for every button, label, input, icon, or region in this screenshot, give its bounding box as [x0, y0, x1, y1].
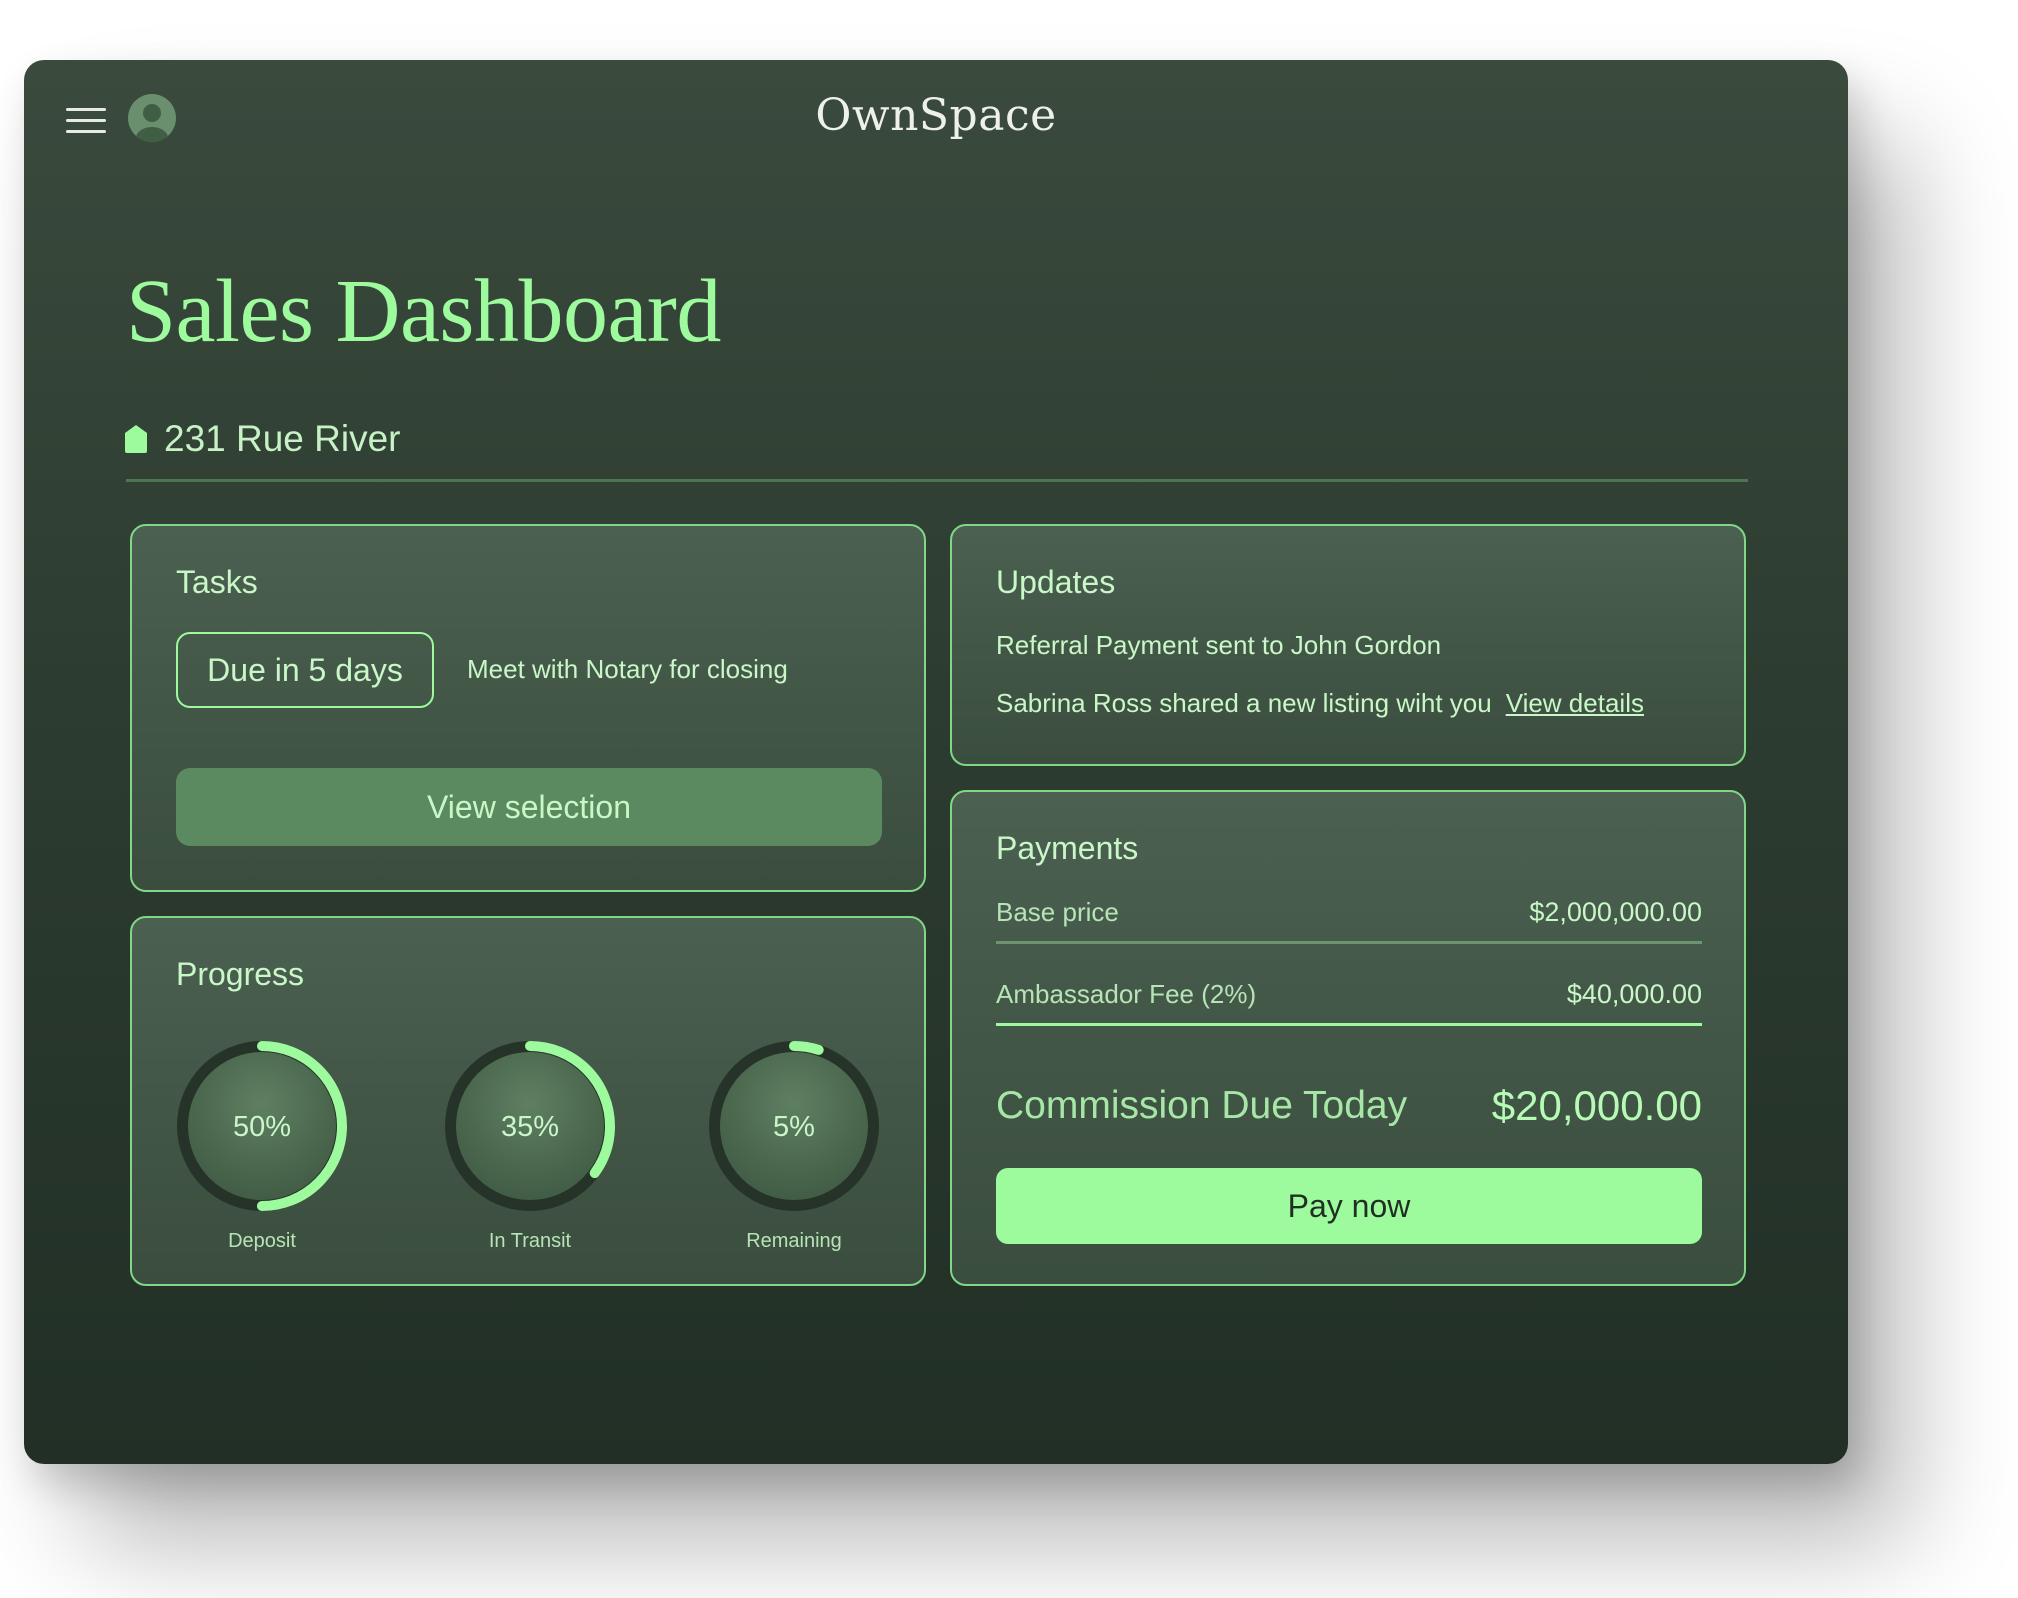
payment-label: Base price — [996, 897, 1119, 927]
ring-value: 50% — [233, 1111, 291, 1143]
progress-ring-chart: 50% — [177, 1041, 347, 1211]
ring-value: 35% — [501, 1111, 559, 1143]
progress-card: Progress 50% Deposit 35% In Transit 5% Remain… — [130, 916, 926, 1286]
payment-row: Base price $2,000,000.00 — [996, 884, 1702, 944]
update-text: Referral Payment sent to John Gordon — [996, 630, 1442, 660]
progress-ring: 5% Remaining — [704, 1036, 884, 1253]
progress-ring: 35% In Transit — [440, 1036, 620, 1253]
commission-due: Commission Due Today $20,000.00 — [996, 1082, 1702, 1130]
progress-ring: 50% Deposit — [172, 1036, 352, 1253]
update-item: Referral Payment sent to John Gordon — [996, 630, 1441, 661]
payment-amount: $2,000,000.00 — [1529, 897, 1702, 927]
progress-ring-chart: 5% — [709, 1041, 879, 1211]
task-description: Meet with Notary for closing — [467, 654, 788, 684]
payments-card: Payments Base price $2,000,000.00 Ambass… — [950, 790, 1746, 1286]
progress-title: Progress — [176, 956, 305, 992]
app-logo: OwnSpace — [815, 90, 1057, 141]
due-badge: Due in 5 days — [176, 632, 434, 708]
payments-title: Payments — [996, 830, 1139, 866]
address-text: 231 Rue River — [164, 418, 401, 459]
ring-label: Deposit — [228, 1230, 296, 1252]
tasks-card: Tasks Due in 5 days Meet with Notary for… — [130, 524, 926, 892]
progress-ring-chart: 35% — [445, 1041, 615, 1211]
ring-value: 5% — [773, 1111, 815, 1143]
view-selection-button[interactable]: View selection — [176, 768, 882, 846]
commission-label: Commission Due Today — [996, 1084, 1408, 1127]
tasks-title: Tasks — [176, 564, 258, 600]
ring-label: In Transit — [488, 1230, 572, 1252]
view-details-link[interactable]: View details — [1506, 688, 1644, 718]
payment-label: Ambassador Fee (2%) — [996, 979, 1257, 1009]
updates-title: Updates — [996, 564, 1116, 600]
commission-amount: $20,000.00 — [1491, 1082, 1702, 1129]
update-item: Sabrina Ross shared a new listing wiht y… — [996, 688, 1644, 719]
app-window: OwnSpace Sales Dashboard 231 Rue River T… — [24, 60, 1848, 1464]
payment-row: Ambassador Fee (2%) $40,000.00 — [996, 966, 1702, 1026]
page-title: Sales Dashboard — [126, 262, 721, 361]
payment-amount: $40,000.00 — [1566, 979, 1702, 1009]
pay-now-button[interactable]: Pay now — [996, 1168, 1702, 1244]
header-divider — [126, 479, 1748, 482]
ring-label: Remaining — [746, 1230, 842, 1252]
property-address: 231 Rue River — [124, 418, 401, 460]
updates-card: Updates Referral Payment sent to John Go… — [950, 524, 1746, 766]
home-icon — [125, 425, 147, 453]
update-text: Sabrina Ross shared a new listing wiht y… — [996, 688, 1492, 718]
